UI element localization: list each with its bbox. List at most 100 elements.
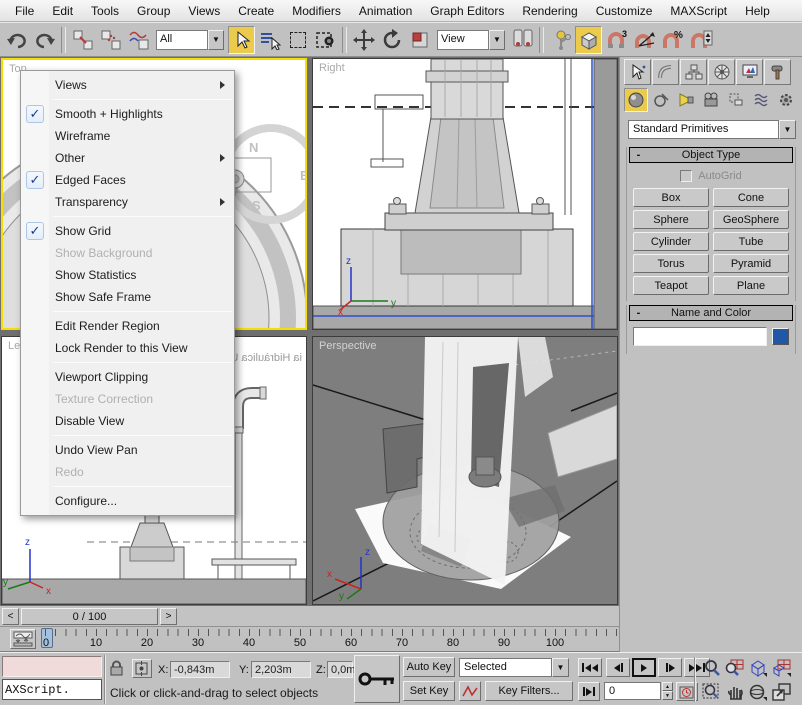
menu-item-show-grid[interactable]: ✓Show Grid <box>21 220 234 242</box>
selection-set-dropdown[interactable]: Selected ▼ <box>459 658 569 677</box>
set-key-button[interactable]: Set Key <box>403 681 455 701</box>
menu-help[interactable]: Help <box>736 1 779 21</box>
reference-coordinate-system-dropdown[interactable]: View ▼ <box>437 30 505 50</box>
zoom-extents-button[interactable] <box>746 657 769 678</box>
menu-edit[interactable]: Edit <box>43 1 82 21</box>
snaps-toggle-button[interactable] <box>575 26 602 54</box>
menu-animation[interactable]: Animation <box>350 1 421 21</box>
previous-frame-arrow-button[interactable]: < <box>2 608 19 625</box>
absolute-offset-mode-toggle[interactable] <box>132 659 152 678</box>
menu-item-show-safe-frame[interactable]: Show Safe Frame <box>21 286 234 308</box>
name-color-rollout-header[interactable]: - Name and Color <box>629 305 793 321</box>
tab-modify[interactable] <box>652 59 679 85</box>
menu-item-disable-view[interactable]: Disable View <box>21 410 234 432</box>
z-coordinate-field[interactable]: 0,0m <box>327 661 353 678</box>
menu-item-other[interactable]: Other <box>21 147 234 169</box>
rollout-collapse-icon[interactable]: - <box>633 307 644 319</box>
spinner-snap-button[interactable] <box>687 26 714 54</box>
go-to-start-button[interactable] <box>578 658 602 677</box>
tab-motion[interactable] <box>708 59 735 85</box>
arc-rotate-button[interactable] <box>746 681 769 702</box>
menu-customize[interactable]: Customize <box>587 1 662 21</box>
object-color-swatch[interactable] <box>772 328 789 345</box>
menu-views[interactable]: Views <box>179 1 229 21</box>
autogrid-checkbox[interactable] <box>680 170 692 182</box>
menu-modifiers[interactable]: Modifiers <box>283 1 350 21</box>
select-by-name-button[interactable] <box>256 26 283 54</box>
menu-item-show-statistics[interactable]: Show Statistics <box>21 264 234 286</box>
category-shapes[interactable] <box>649 88 673 112</box>
time-slider-button[interactable]: 0 / 100 <box>21 608 158 625</box>
menu-item-transparency[interactable]: Transparency <box>21 191 234 213</box>
angle-snap-button[interactable] <box>631 26 658 54</box>
category-systems[interactable] <box>774 88 798 112</box>
tab-create[interactable] <box>624 59 651 85</box>
cylinder-button[interactable]: Cylinder <box>633 232 709 251</box>
menu-item-viewport-clipping[interactable]: Viewport Clipping <box>21 366 234 388</box>
maxscript-mini-listener[interactable]: AXScript. <box>2 679 102 700</box>
set-keys-button[interactable] <box>354 655 400 703</box>
next-frame-arrow-button[interactable]: > <box>160 608 177 625</box>
object-type-rollout-header[interactable]: - Object Type <box>629 147 793 163</box>
torus-button[interactable]: Torus <box>633 254 709 273</box>
key-mode-toggle-button[interactable] <box>578 682 600 701</box>
spinner-down-icon[interactable]: ▼ <box>662 691 673 700</box>
spinner-up-icon[interactable]: ▲ <box>662 682 673 691</box>
category-geometry[interactable] <box>624 88 648 112</box>
menu-maxscript[interactable]: MAXScript <box>661 1 736 21</box>
snap-3d-button[interactable]: 3 <box>603 26 630 54</box>
percent-snap-button[interactable]: % <box>659 26 686 54</box>
plane-button[interactable]: Plane <box>713 276 789 295</box>
pan-view-button[interactable] <box>723 681 746 702</box>
menu-group[interactable]: Group <box>128 1 179 21</box>
category-helpers[interactable] <box>724 88 748 112</box>
menu-item-smooth-highlights[interactable]: ✓Smooth + Highlights <box>21 103 234 125</box>
select-and-scale-button[interactable] <box>406 26 433 54</box>
play-button[interactable] <box>632 658 656 677</box>
selection-lock-toggle[interactable] <box>109 659 124 680</box>
key-filters-button[interactable]: Key Filters... <box>485 681 573 701</box>
menu-file[interactable]: File <box>6 1 43 21</box>
select-object-button[interactable] <box>228 26 255 54</box>
menu-item-undo-view-pan[interactable]: Undo View Pan <box>21 439 234 461</box>
sphere-button[interactable]: Sphere <box>633 210 709 229</box>
frame-spinner[interactable]: ▲▼ <box>662 682 673 700</box>
min-max-toggle-button[interactable] <box>770 681 793 702</box>
x-coordinate-field[interactable]: -0,843m <box>170 661 230 678</box>
maxscript-mini-listener-macro[interactable] <box>2 656 102 677</box>
auto-key-button[interactable]: Auto Key <box>403 657 455 677</box>
viewport-right[interactable]: Right <box>312 58 618 330</box>
dropdown-arrow-icon[interactable]: ▼ <box>779 120 796 139</box>
use-pivot-point-center-button[interactable] <box>509 26 536 54</box>
teapot-button[interactable]: Teapot <box>633 276 709 295</box>
select-and-manipulate-button[interactable] <box>547 26 574 54</box>
cone-button[interactable]: Cone <box>713 188 789 207</box>
zoom-all-button[interactable] <box>723 657 746 678</box>
tube-button[interactable]: Tube <box>713 232 789 251</box>
menu-item-wireframe[interactable]: Wireframe <box>21 125 234 147</box>
tab-hierarchy[interactable] <box>680 59 707 85</box>
geosphere-button[interactable]: GeoSphere <box>713 210 789 229</box>
category-cameras[interactable] <box>699 88 723 112</box>
current-frame-field[interactable]: 0 <box>604 682 661 700</box>
menu-item-lock-render[interactable]: Lock Render to this View <box>21 337 234 359</box>
rectangular-selection-region-button[interactable] <box>284 26 311 54</box>
select-and-rotate-button[interactable] <box>378 26 405 54</box>
pyramid-button[interactable]: Pyramid <box>713 254 789 273</box>
y-coordinate-field[interactable]: 2,203m <box>251 661 311 678</box>
menu-rendering[interactable]: Rendering <box>513 1 586 21</box>
previous-frame-button[interactable] <box>606 658 630 677</box>
menu-graph-editors[interactable]: Graph Editors <box>421 1 513 21</box>
selection-filter-dropdown[interactable]: All ▼ <box>156 30 224 50</box>
default-in-out-tangents-button[interactable] <box>459 681 481 701</box>
menu-item-edged-faces[interactable]: ✓Edged Faces <box>21 169 234 191</box>
select-and-move-button[interactable] <box>350 26 377 54</box>
bind-to-space-warp-button[interactable] <box>125 26 152 54</box>
category-space-warps[interactable] <box>749 88 773 112</box>
object-name-input[interactable] <box>633 327 767 346</box>
next-frame-button[interactable] <box>658 658 682 677</box>
select-and-link-button[interactable] <box>69 26 96 54</box>
dropdown-arrow-icon[interactable]: ▼ <box>552 658 569 677</box>
menu-tools[interactable]: Tools <box>82 1 128 21</box>
undo-button[interactable] <box>3 26 30 54</box>
